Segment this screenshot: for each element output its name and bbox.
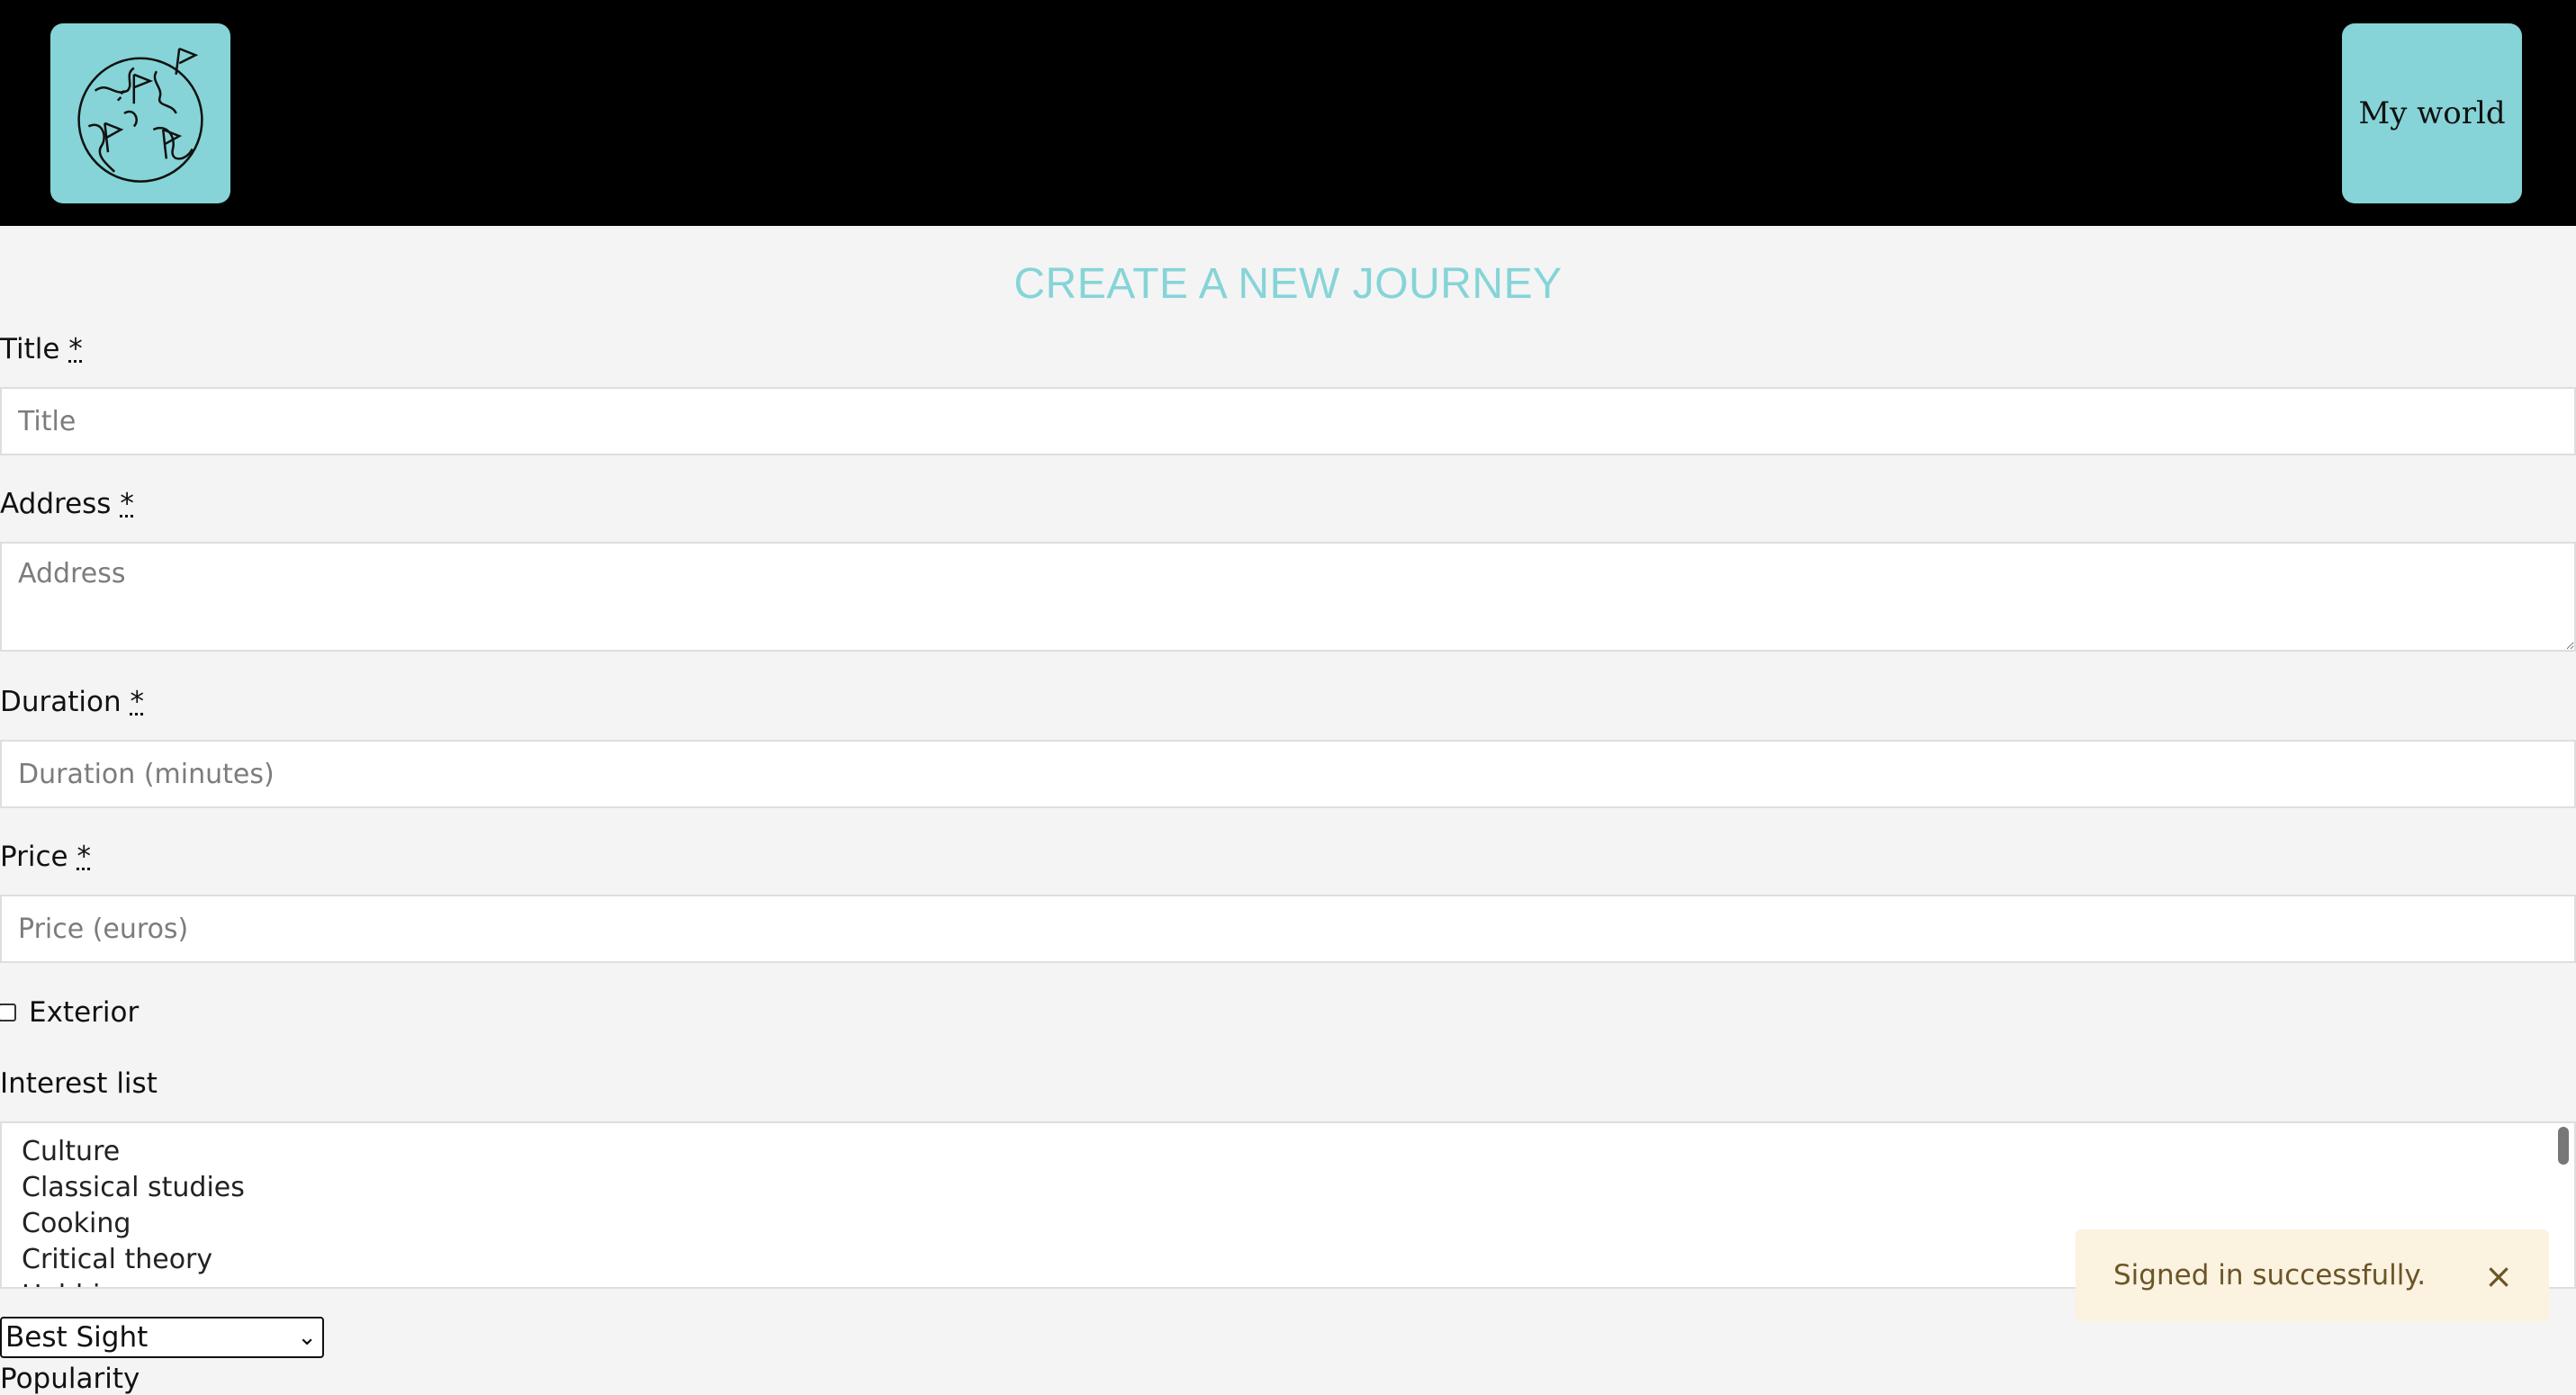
title-label-text: Title	[0, 333, 60, 365]
toast-message: Signed in successfully.	[2113, 1259, 2427, 1292]
price-label: Price *	[0, 841, 91, 873]
listbox-scrollbar[interactable]	[2558, 1127, 2569, 1165]
sight-select[interactable]: Best Sight ⌄	[0, 1317, 324, 1358]
list-item[interactable]: Classical studies	[22, 1170, 2574, 1206]
duration-label-text: Duration	[0, 686, 122, 718]
exterior-checkbox[interactable]	[0, 1004, 16, 1022]
price-input[interactable]	[0, 895, 2576, 963]
duration-input[interactable]	[0, 740, 2576, 808]
page-title: CREATE A NEW JOURNEY	[1013, 260, 1563, 308]
top-navbar: My world	[0, 0, 2576, 226]
title-label: Title *	[0, 333, 83, 365]
title-input[interactable]	[0, 387, 2576, 455]
required-mark: *	[130, 686, 145, 718]
popularity-label: Popularity	[0, 1363, 140, 1395]
close-icon[interactable]: ×	[2484, 1256, 2513, 1296]
price-label-text: Price	[0, 841, 68, 873]
required-mark: *	[68, 333, 83, 365]
interest-list-label: Interest list	[0, 1067, 158, 1100]
exterior-label: Exterior	[29, 996, 140, 1029]
address-label: Address *	[0, 488, 134, 520]
address-label-text: Address	[0, 488, 112, 520]
sight-select-value: Best Sight	[5, 1321, 149, 1354]
chevron-down-icon: ⌄	[297, 1324, 317, 1351]
my-world-button[interactable]: My world	[2342, 23, 2522, 203]
required-mark: *	[120, 488, 134, 520]
address-textarea[interactable]	[0, 542, 2576, 652]
globe-with-flags-icon	[77, 47, 203, 183]
duration-label: Duration *	[0, 686, 144, 718]
home-logo[interactable]	[50, 23, 230, 203]
flash-toast: Signed in successfully. ×	[2076, 1229, 2549, 1321]
required-mark: *	[77, 841, 91, 873]
exterior-checkbox-row[interactable]: Exterior	[0, 994, 139, 1030]
list-item[interactable]: Culture	[22, 1134, 2574, 1170]
